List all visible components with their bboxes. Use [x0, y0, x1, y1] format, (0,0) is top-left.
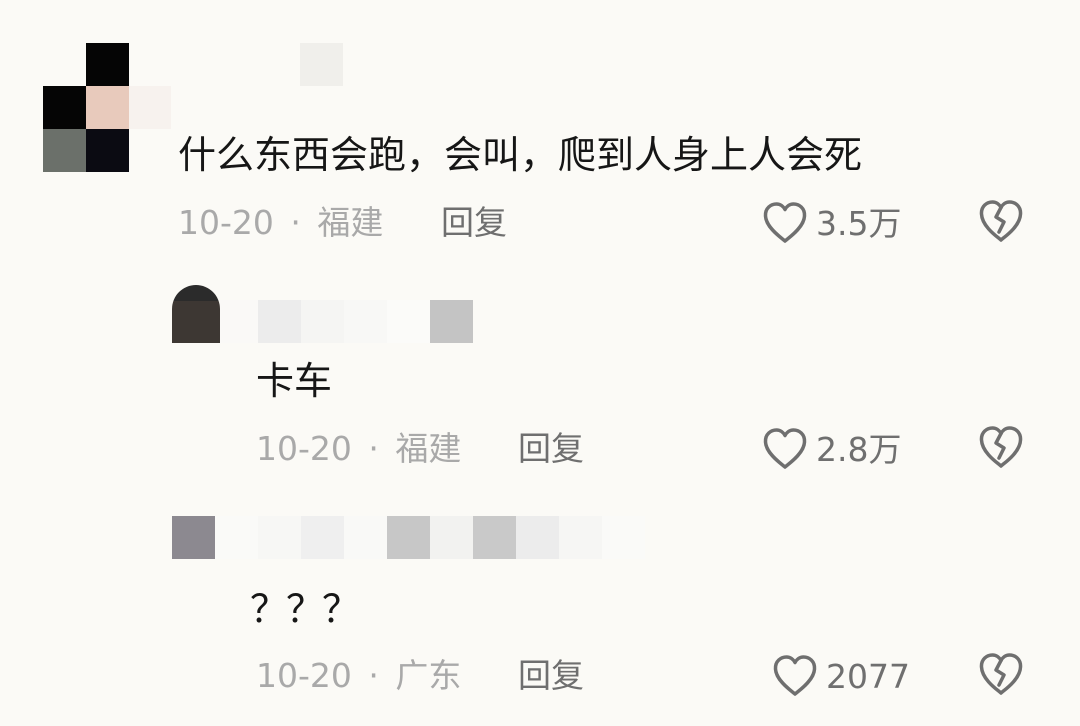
reply-button[interactable]: 回复	[518, 432, 584, 465]
meta-separator: ·	[290, 203, 301, 242]
heart-icon	[772, 654, 818, 698]
dislike-button[interactable]	[977, 424, 1027, 474]
like-count: 2.8万	[816, 429, 902, 469]
comment-date: 10-20	[256, 429, 352, 468]
reply-button[interactable]: 回复	[518, 659, 584, 692]
like-count: 2077	[826, 656, 910, 696]
comment-text: 卡车	[256, 359, 333, 403]
comment-text: ？？？	[250, 587, 360, 631]
broken-heart-icon	[977, 653, 1025, 701]
username-redacted[interactable]	[300, 43, 343, 86]
heart-icon	[762, 201, 808, 245]
comment-location: 福建	[395, 429, 462, 468]
heart-icon	[762, 427, 808, 471]
dislike-button[interactable]	[977, 198, 1027, 248]
comment-thread: 什么东西会跑，会叫，爬到人身上人会死 10-20 · 福建 回复 3.5万 卡车…	[0, 0, 1080, 726]
like-count: 3.5万	[816, 203, 902, 243]
like-button[interactable]: 2.8万	[762, 424, 901, 474]
comment-date: 10-20	[256, 656, 352, 695]
avatar[interactable]	[172, 516, 215, 559]
username-redacted[interactable]	[220, 300, 473, 343]
dislike-button[interactable]	[977, 651, 1027, 701]
like-button[interactable]: 2077	[772, 651, 910, 701]
avatar[interactable]	[172, 285, 220, 343]
comment-text: 什么东西会跑，会叫，爬到人身上人会死	[178, 133, 863, 177]
meta-separator: ·	[368, 656, 379, 695]
like-button[interactable]: 3.5万	[762, 198, 901, 248]
avatar[interactable]	[43, 43, 171, 172]
username-redacted[interactable]	[215, 516, 645, 559]
comment-location: 福建	[317, 203, 384, 242]
comment-meta: 10-20 · 福建	[178, 206, 383, 239]
comment-meta: 10-20 · 福建	[256, 432, 461, 465]
reply-button[interactable]: 回复	[441, 206, 507, 239]
broken-heart-icon	[977, 426, 1025, 474]
comment-meta: 10-20 · 广东	[256, 659, 461, 692]
comment-date: 10-20	[178, 203, 274, 242]
comment-location: 广东	[395, 656, 462, 695]
meta-separator: ·	[368, 429, 379, 468]
broken-heart-icon	[977, 200, 1025, 248]
